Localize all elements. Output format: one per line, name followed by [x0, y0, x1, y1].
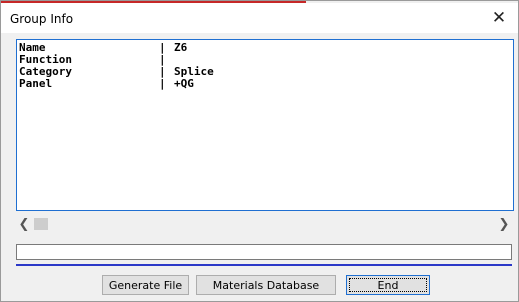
- horizontal-scrollbar[interactable]: ❮ ❯: [16, 216, 512, 232]
- generate-file-button[interactable]: Generate File: [102, 275, 189, 295]
- close-icon[interactable]: ✕: [486, 6, 512, 30]
- field-name: Panel: [19, 77, 53, 90]
- list-item: Category | Splice: [17, 66, 513, 78]
- end-label: End: [377, 278, 399, 292]
- scrollbar-thumb[interactable]: [34, 218, 48, 230]
- chevron-left-icon[interactable]: ❮: [16, 216, 32, 232]
- status-field: [16, 244, 512, 260]
- field-separator: |: [159, 77, 166, 90]
- field-value: +QG: [174, 77, 194, 90]
- field-value: Z6: [174, 41, 188, 54]
- materials-database-button[interactable]: Materials Database: [196, 275, 336, 295]
- window-title: Group Info: [10, 12, 74, 26]
- list-item: Panel | +QG: [17, 78, 513, 90]
- details-list[interactable]: Name | Z6 Function | Category | Splice P…: [16, 39, 514, 211]
- group-info-dialog: Group Info ✕ Name | Z6 Function | Catego…: [0, 0, 519, 302]
- materials-database-label: Materials Database: [212, 278, 320, 292]
- list-item: Function |: [17, 54, 513, 66]
- title-bar: Group Info ✕: [1, 3, 518, 33]
- divider-line: [16, 264, 512, 266]
- generate-file-label: Generate File: [108, 278, 183, 292]
- list-item: Name | Z6: [17, 42, 513, 54]
- end-button[interactable]: End: [346, 275, 430, 295]
- chevron-right-icon[interactable]: ❯: [496, 216, 512, 232]
